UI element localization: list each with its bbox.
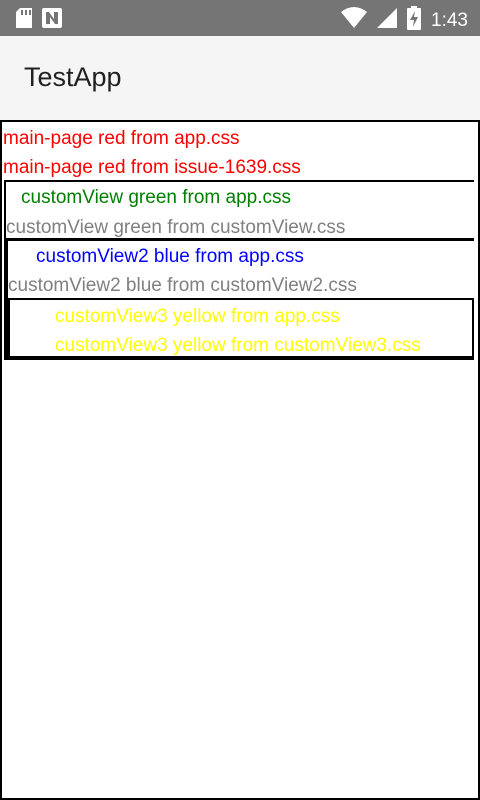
- custom-view: customView green from app.css customView…: [4, 180, 476, 360]
- action-bar: TestApp: [0, 36, 480, 120]
- battery-charging-icon: [407, 6, 422, 35]
- status-clock: 1:43: [431, 9, 468, 31]
- custom-view3-label-app-css: customView3 yellow from app.css: [55, 306, 340, 327]
- main-page-label-app-css: main-page red from app.css: [3, 128, 240, 149]
- status-bar-left: [16, 8, 62, 33]
- custom-view2-content: customView2 blue from app.css customView…: [8, 241, 474, 298]
- custom-view3-label-own-css: customView3 yellow from customView3.css: [55, 335, 421, 356]
- custom-view-content: customView green from app.css customView…: [6, 182, 476, 238]
- main-page-container: main-page red from app.css main-page red…: [0, 120, 480, 800]
- app-title: TestApp: [24, 62, 122, 92]
- custom-view-label-own-css: customView green from customView.css: [6, 217, 346, 238]
- nfc-icon: [42, 8, 62, 33]
- sd-card-icon: [16, 8, 32, 33]
- status-bar-right: 1:43: [341, 6, 468, 35]
- main-page-label-issue-css: main-page red from issue-1639.css: [3, 157, 301, 178]
- cellular-icon: [377, 7, 398, 34]
- status-bar: 1:43: [0, 0, 480, 36]
- custom-view-label-app-css: customView green from app.css: [21, 187, 291, 208]
- custom-view2-label-app-css: customView2 blue from app.css: [36, 246, 304, 267]
- wifi-icon: [341, 7, 368, 34]
- custom-view2-label-own-css: customView2 blue from customView2.css: [8, 275, 357, 296]
- custom-view3: customView3 yellow from app.css customVi…: [10, 300, 472, 356]
- custom-view2: customView2 blue from app.css customView…: [8, 240, 474, 356]
